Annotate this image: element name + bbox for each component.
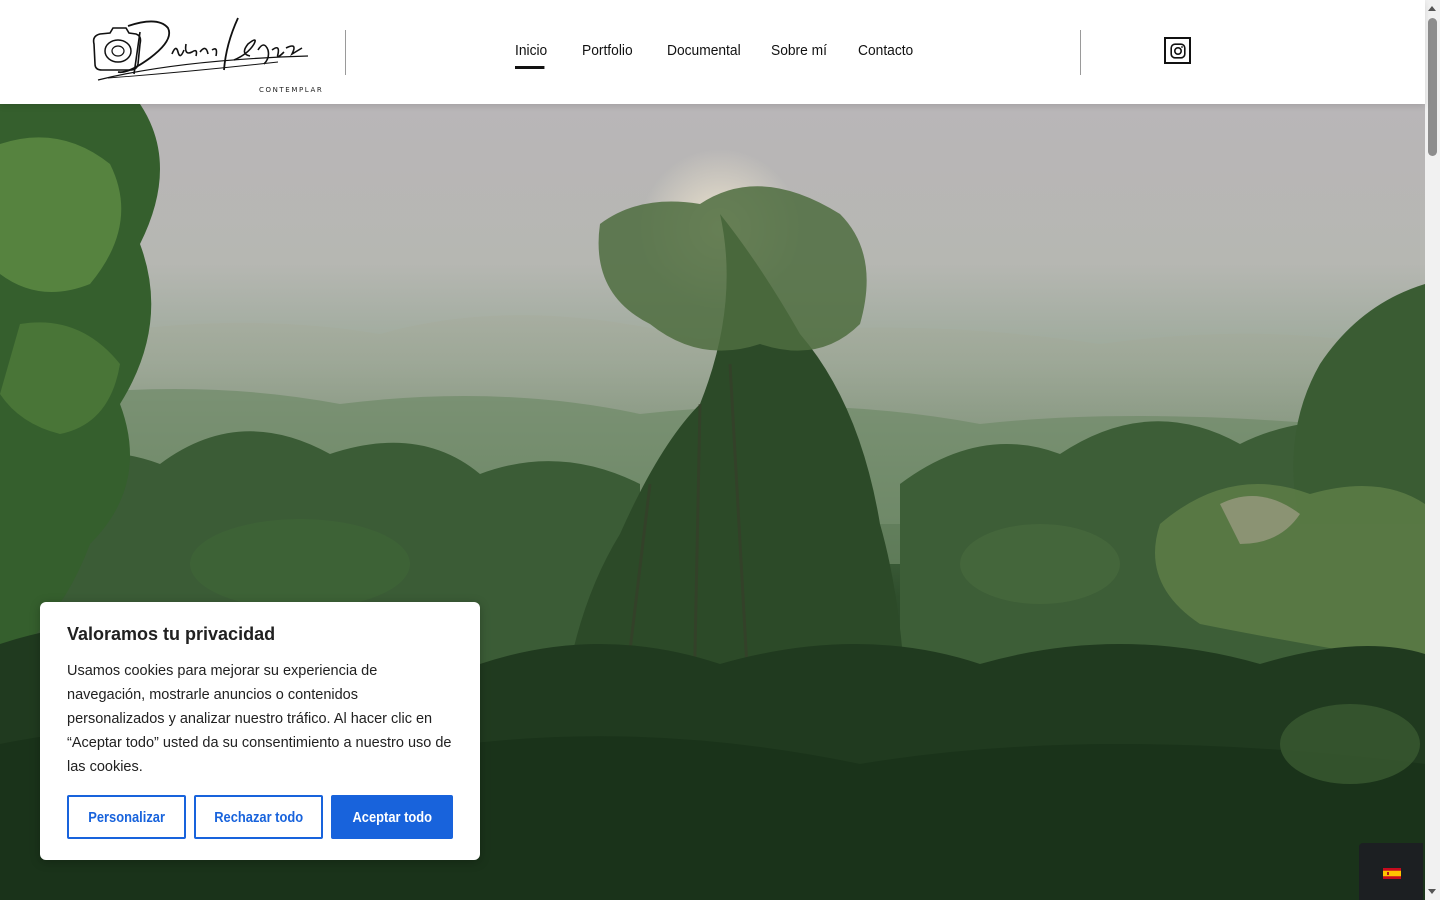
nav-item-contacto[interactable]: Contacto <box>858 42 913 59</box>
customize-button-label: Personalizar <box>88 808 165 826</box>
instagram-icon <box>1169 42 1186 59</box>
accept-all-button[interactable]: Aceptar todo <box>331 795 453 839</box>
reject-all-button[interactable]: Rechazar todo <box>194 795 323 839</box>
accept-all-button-label: Aceptar todo <box>352 808 432 826</box>
main-nav: Inicio Portfolio Documental Sobre mí Con… <box>515 42 945 69</box>
signature-logo-icon <box>92 17 309 81</box>
language-switcher[interactable] <box>1359 843 1423 900</box>
header-divider-left <box>345 30 346 75</box>
site-logo[interactable]: CONTEMPLAR <box>88 14 322 94</box>
cookie-title: Valoramos tu privacidad <box>67 624 276 644</box>
instagram-button[interactable] <box>1164 37 1191 64</box>
header-divider-right <box>1080 30 1081 75</box>
cookie-description: Usamos cookies para mejorar su experienc… <box>67 663 452 775</box>
page-scrollbar[interactable] <box>1425 0 1440 900</box>
scroll-down-arrow-icon[interactable] <box>1428 889 1436 894</box>
site-header: CONTEMPLAR Inicio Portfolio Documental S… <box>0 0 1425 104</box>
nav-item-inicio[interactable]: Inicio <box>515 42 547 69</box>
spain-flag-icon <box>1383 868 1401 879</box>
nav-item-documental[interactable]: Documental <box>667 42 741 59</box>
scroll-thumb[interactable] <box>1428 18 1437 156</box>
nav-item-portfolio[interactable]: Portfolio <box>582 42 633 59</box>
nav-item-sobre-mi[interactable]: Sobre mí <box>771 42 827 59</box>
logo-subtitle: CONTEMPLAR <box>259 86 324 94</box>
customize-button[interactable]: Personalizar <box>67 795 186 839</box>
reject-all-button-label: Rechazar todo <box>214 808 303 826</box>
cookie-consent-dialog: Valoramos tu privacidad Usamos cookies p… <box>40 602 480 860</box>
scroll-up-arrow-icon[interactable] <box>1428 6 1436 11</box>
